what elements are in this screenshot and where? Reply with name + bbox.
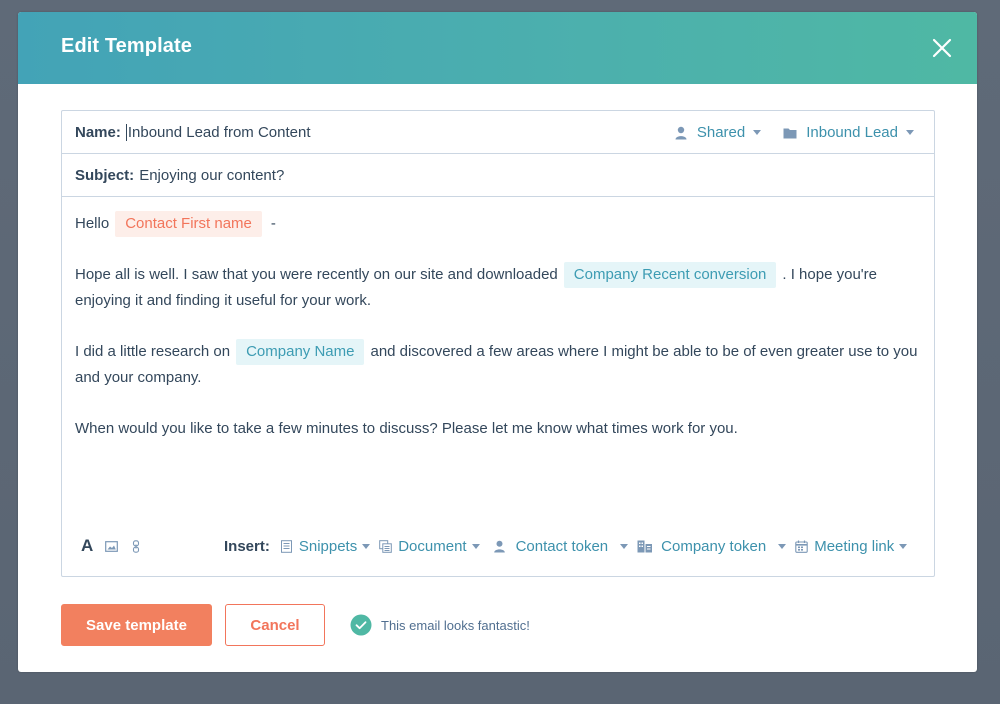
sharing-label: Shared	[696, 124, 746, 141]
format-controls: A	[81, 537, 143, 554]
chevron-down-icon	[906, 130, 914, 135]
status-text: This email looks fantastic!	[381, 617, 530, 633]
chevron-down-icon	[362, 543, 371, 549]
insert-company-token-dropdown[interactable]: Company token	[637, 537, 787, 555]
subject-value: Enjoying our content?	[139, 166, 285, 184]
modal-title: Edit Template	[61, 35, 192, 57]
text-cursor	[125, 123, 127, 141]
insert-label: Insert:	[224, 537, 270, 555]
text-format-icon[interactable]: A	[81, 537, 93, 554]
insert-meeting-link-dropdown[interactable]: Meeting link	[795, 537, 908, 555]
document-icon	[379, 539, 393, 553]
greeting-suffix: -	[270, 215, 276, 232]
modal-header: Edit Template	[18, 12, 977, 84]
insert-contact-token-dropdown[interactable]: Contact token	[493, 538, 629, 555]
folder-dropdown[interactable]: Inbound Lead	[783, 124, 914, 141]
chevron-down-icon	[899, 543, 908, 549]
contact-token-label: Contact token	[515, 537, 609, 555]
meeting-link-label: Meeting link	[814, 537, 895, 555]
chevron-down-icon	[620, 543, 629, 549]
insert-document-dropdown[interactable]: Document	[379, 537, 480, 555]
body-paragraph-closing: When would you like to take a few minute…	[75, 420, 738, 437]
intro-text: Hope all is well. I saw that you were re…	[75, 266, 558, 283]
subject-label: Subject:	[75, 166, 135, 184]
greeting-text: Hello	[75, 215, 110, 232]
chevron-down-icon	[471, 543, 480, 549]
template-editor: Name: Inbound Lead from Content Shared I…	[61, 110, 935, 577]
name-label: Name:	[75, 123, 121, 141]
body-paragraph-greeting: Hello Contact First name -	[75, 211, 925, 237]
chevron-down-icon	[778, 543, 787, 549]
contact-first-name-token[interactable]: Contact First name	[115, 211, 262, 237]
company-recent-conversion-token[interactable]: Company Recent conversion	[563, 262, 777, 288]
body-paragraph-intro: Hope all is well. I saw that you were re…	[75, 262, 925, 314]
template-meta: Shared Inbound Lead	[674, 111, 914, 154]
company-token-label: Company token	[661, 537, 767, 555]
chevron-down-icon	[753, 130, 762, 135]
sharing-dropdown[interactable]: Shared	[674, 124, 762, 141]
folder-icon	[783, 126, 797, 140]
insert-controls: Insert: Snippets Document Contact token …	[224, 532, 916, 560]
link-icon[interactable]	[130, 539, 143, 553]
modal-footer: Save template Cancel This email looks fa…	[61, 604, 530, 646]
insert-snippets-dropdown[interactable]: Snippets	[280, 537, 371, 555]
save-template-button[interactable]: Save template	[61, 604, 212, 646]
editor-toolbar: A Insert: Snippets Document Contact toke…	[62, 516, 934, 576]
person-icon	[674, 126, 688, 140]
name-value: Inbound Lead from Content	[127, 123, 311, 141]
building-icon	[637, 540, 653, 553]
document-label: Document	[398, 537, 467, 555]
email-check-status: This email looks fantastic!	[350, 614, 530, 636]
company-name-token[interactable]: Company Name	[236, 339, 365, 365]
email-body[interactable]: Hello Contact First name - Hope all is wel…	[75, 211, 925, 467]
close-icon	[932, 38, 952, 58]
name-input[interactable]: Inbound Lead from Content	[125, 123, 311, 141]
cancel-button[interactable]: Cancel	[225, 604, 325, 646]
name-row: Name: Inbound Lead from Content Shared I…	[62, 111, 934, 154]
subject-row[interactable]: Subject: Enjoying our content?	[62, 154, 934, 197]
check-circle-icon	[350, 614, 372, 636]
calendar-icon	[795, 540, 808, 553]
body-paragraph-research: I did a little research on Company Name an…	[75, 339, 925, 391]
snippet-icon	[280, 539, 293, 553]
person-icon	[493, 540, 506, 553]
close-button[interactable]	[931, 37, 953, 59]
research-text: I did a little research on	[75, 343, 231, 360]
folder-label: Inbound Lead	[806, 124, 898, 141]
snippets-label: Snippets	[298, 537, 358, 555]
image-icon[interactable]	[105, 540, 119, 553]
